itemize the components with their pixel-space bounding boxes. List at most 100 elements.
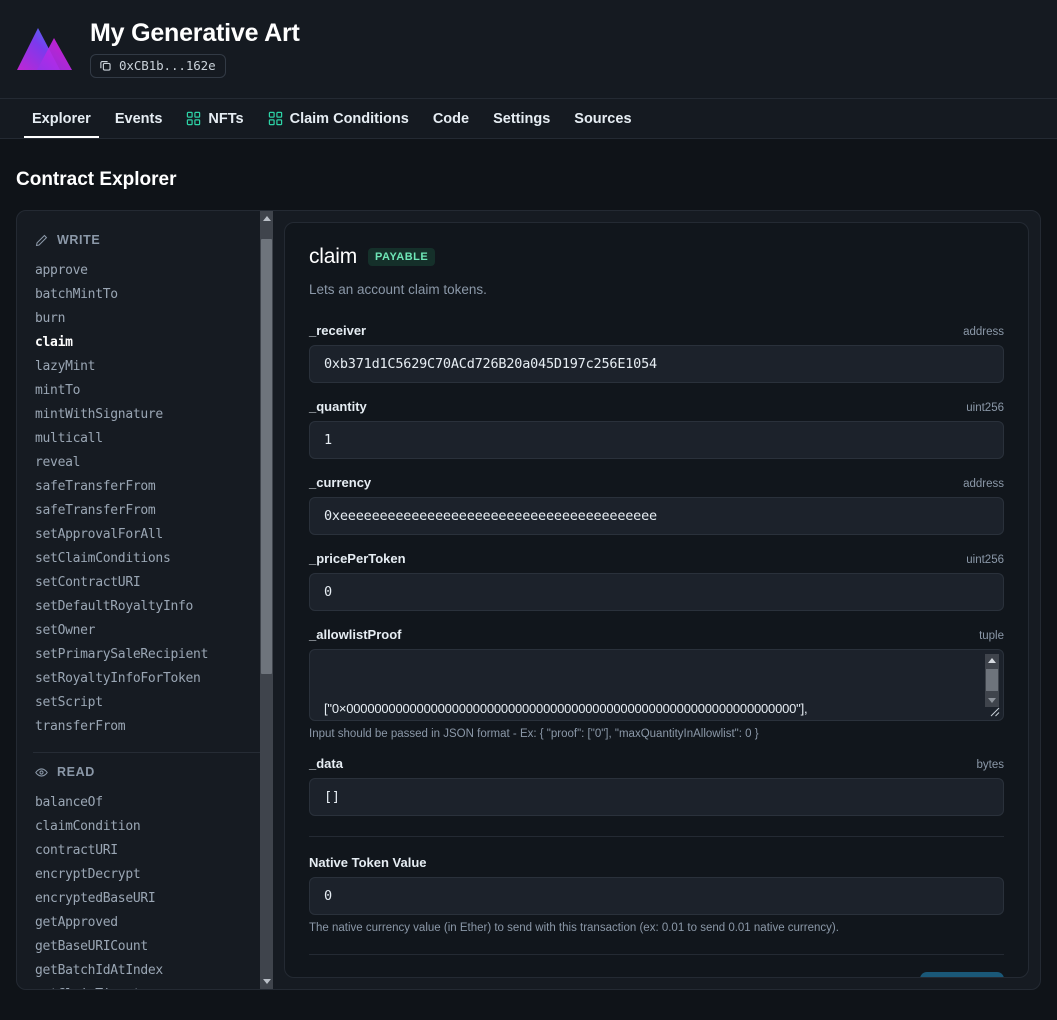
contract-address-badge[interactable]: 0xCB1b...162e <box>90 54 226 78</box>
resize-grip-icon[interactable] <box>986 703 1000 717</box>
copy-icon <box>99 59 112 72</box>
field-price-per-token-label: _pricePerToken <box>309 551 406 566</box>
field-data-type: bytes <box>977 759 1005 771</box>
tab-sources-label: Sources <box>574 111 631 127</box>
grid-blocks-icon <box>268 111 283 126</box>
tab-nfts[interactable]: NFTs <box>174 99 255 138</box>
fn-item-setClaimConditions[interactable]: setClaimConditions <box>33 546 260 570</box>
field-receiver-label: _receiver <box>309 323 366 338</box>
write-section-heading: WRITE <box>35 233 260 247</box>
page-title-contract-name: My Generative Art <box>90 20 300 48</box>
field-price-per-token: _pricePerToken uint256 <box>309 551 1004 611</box>
field-quantity-head: _quantity uint256 <box>309 399 1004 414</box>
fn-item-getBatchIdAtIndex[interactable]: getBatchIdAtIndex <box>33 958 260 982</box>
fn-item-claimCondition[interactable]: claimCondition <box>33 814 260 838</box>
write-section-label: WRITE <box>57 233 100 247</box>
native-token-value-hint: The native currency value (in Ether) to … <box>309 922 1004 934</box>
page-title: Contract Explorer <box>0 139 1057 191</box>
price-per-token-input[interactable] <box>309 573 1004 611</box>
fn-item-claim[interactable]: claim <box>33 330 260 354</box>
fn-item-contractURI[interactable]: contractURI <box>33 838 260 862</box>
textarea-scroll-up-icon[interactable] <box>985 654 999 667</box>
read-section-heading: READ <box>35 765 260 779</box>
fn-item-encryptedBaseURI[interactable]: encryptedBaseURI <box>33 886 260 910</box>
brand-text-group: My Generative Art 0xCB1b...162e <box>90 20 300 78</box>
fn-item-getBaseURICount[interactable]: getBaseURICount <box>33 934 260 958</box>
fn-item-setOwner[interactable]: setOwner <box>33 618 260 642</box>
field-currency-head: _currency address <box>309 475 1004 490</box>
scroll-up-arrow-icon[interactable] <box>260 211 273 226</box>
detail-footer <box>309 954 1004 978</box>
function-sidebar: WRITE approve batchMintTo burn claim laz… <box>17 211 276 989</box>
fn-item-setApprovalForAll[interactable]: setApprovalForAll <box>33 522 260 546</box>
field-native-token-head: Native Token Value <box>309 855 1004 870</box>
fn-item-mintWithSignature[interactable]: mintWithSignature <box>33 402 260 426</box>
fields-separator <box>309 836 1004 837</box>
data-input[interactable] <box>309 778 1004 816</box>
fn-item-batchMintTo[interactable]: batchMintTo <box>33 282 260 306</box>
field-allowlist-proof-label: _allowlistProof <box>309 627 401 642</box>
fn-item-setContractURI[interactable]: setContractURI <box>33 570 260 594</box>
textarea-scrollbar[interactable] <box>985 654 999 707</box>
field-receiver-type: address <box>963 326 1004 338</box>
textarea-scrollbar-thumb[interactable] <box>986 669 998 691</box>
field-currency: _currency address <box>309 475 1004 535</box>
field-data: _data bytes <box>309 756 1004 816</box>
fn-item-getApproved[interactable]: getApproved <box>33 910 260 934</box>
currency-input[interactable] <box>309 497 1004 535</box>
field-price-per-token-head: _pricePerToken uint256 <box>309 551 1004 566</box>
function-name: claim <box>309 245 357 269</box>
fn-item-multicall[interactable]: multicall <box>33 426 260 450</box>
read-section-label: READ <box>57 765 95 779</box>
native-token-value-input[interactable] <box>309 877 1004 915</box>
field-currency-label: _currency <box>309 475 371 490</box>
fn-item-encryptDecrypt[interactable]: encryptDecrypt <box>33 862 260 886</box>
function-description: Lets an account claim tokens. <box>309 282 1004 297</box>
contract-explorer-card: WRITE approve batchMintTo burn claim laz… <box>16 210 1041 990</box>
execute-button[interactable] <box>920 972 1004 978</box>
page-header: My Generative Art 0xCB1b...162e <box>0 0 1057 98</box>
allowlist-proof-textarea[interactable]: ["0×000000000000000000000000000000000000… <box>309 649 1004 721</box>
fn-item-setScript[interactable]: setScript <box>33 690 260 714</box>
tab-claim-conditions-label: Claim Conditions <box>290 111 409 127</box>
fn-item-burn[interactable]: burn <box>33 306 260 330</box>
fn-item-setDefaultRoyaltyInfo[interactable]: setDefaultRoyaltyInfo <box>33 594 260 618</box>
tab-explorer-label: Explorer <box>32 111 91 127</box>
field-allowlist-proof-type: tuple <box>979 630 1004 642</box>
field-native-token-value: Native Token Value The native currency v… <box>309 855 1004 934</box>
fn-item-reveal[interactable]: reveal <box>33 450 260 474</box>
tab-claim-conditions[interactable]: Claim Conditions <box>256 99 421 138</box>
fn-item-approve[interactable]: approve <box>33 258 260 282</box>
scroll-down-arrow-icon[interactable] <box>260 974 273 989</box>
fn-item-balanceOf[interactable]: balanceOf <box>33 790 260 814</box>
fn-item-lazyMint[interactable]: lazyMint <box>33 354 260 378</box>
fn-item-setPrimarySaleRecipient[interactable]: setPrimarySaleRecipient <box>33 642 260 666</box>
receiver-input[interactable] <box>309 345 1004 383</box>
tab-code-label: Code <box>433 111 469 127</box>
payable-badge: PAYABLE <box>368 248 435 266</box>
fn-item-getClaimTimestamp[interactable]: getClaimTimestamp <box>33 982 260 989</box>
tab-settings[interactable]: Settings <box>481 99 562 138</box>
tab-events-label: Events <box>115 111 163 127</box>
fn-item-setRoyaltyInfoForToken[interactable]: setRoyaltyInfoForToken <box>33 666 260 690</box>
fn-item-transferFrom[interactable]: transferFrom <box>33 714 260 738</box>
native-token-value-label: Native Token Value <box>309 855 427 870</box>
fn-item-mintTo[interactable]: mintTo <box>33 378 260 402</box>
quantity-input[interactable] <box>309 421 1004 459</box>
fn-item-safeTransferFrom[interactable]: safeTransferFrom <box>33 474 260 498</box>
allowlist-proof-line-1: ["0×000000000000000000000000000000000000… <box>324 698 975 719</box>
tab-sources[interactable]: Sources <box>562 99 643 138</box>
tab-settings-label: Settings <box>493 111 550 127</box>
allowlist-proof-hint: Input should be passed in JSON format - … <box>309 728 1004 740</box>
field-quantity-type: uint256 <box>966 402 1004 414</box>
function-fields: _receiver address _quantity uint256 _cur… <box>309 323 1004 934</box>
tab-explorer[interactable]: Explorer <box>20 99 103 138</box>
tab-bar: Explorer Events NFTs Claim Conditions Co… <box>0 98 1057 139</box>
tab-code[interactable]: Code <box>421 99 481 138</box>
field-receiver-head: _receiver address <box>309 323 1004 338</box>
field-allowlist-proof-head: _allowlistProof tuple <box>309 627 1004 642</box>
sidebar-scrollbar[interactable] <box>260 211 273 989</box>
tab-events[interactable]: Events <box>103 99 175 138</box>
fn-item-safeTransferFrom-2[interactable]: safeTransferFrom <box>33 498 260 522</box>
sidebar-scrollbar-thumb[interactable] <box>261 239 272 674</box>
